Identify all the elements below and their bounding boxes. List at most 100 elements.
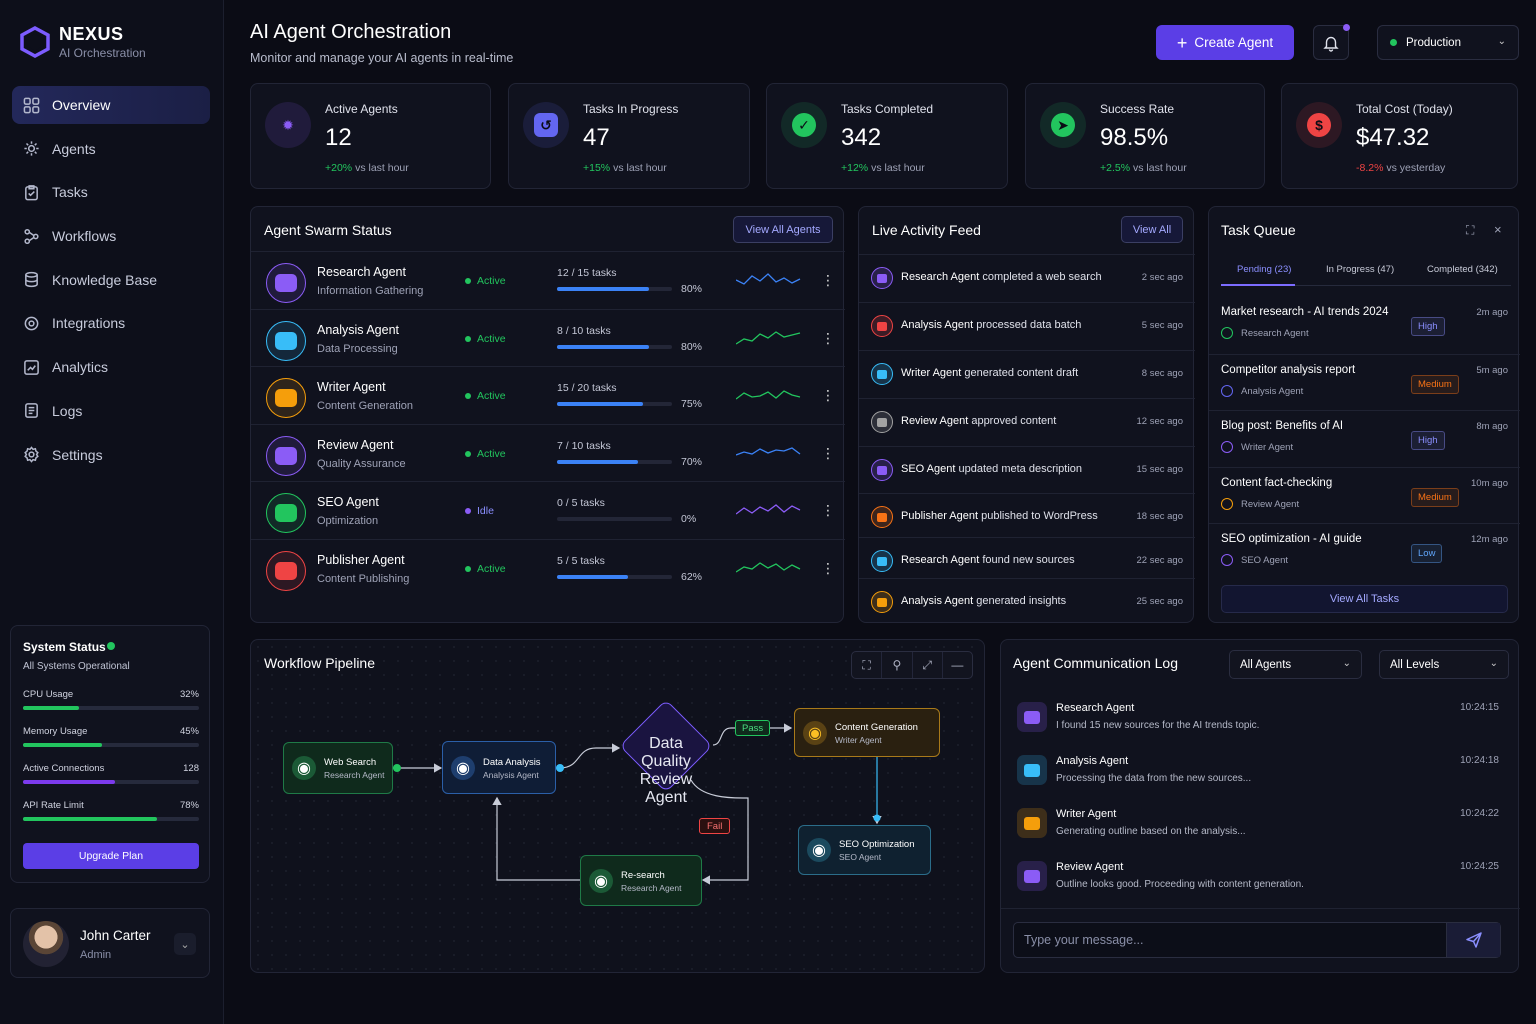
task-count: 15 / 20 tasks [557, 382, 617, 394]
agent-row[interactable]: Writer Agent Content Generation Active 15 /… [251, 366, 845, 423]
feed-item[interactable]: Analysis Agent generated insights 25 sec … [859, 578, 1195, 624]
agent-name: SEO Agent [317, 495, 379, 509]
sidebar-item-overview[interactable]: Overview [12, 86, 210, 124]
sidebar-item-label: Analytics [52, 359, 109, 376]
feed-action: generated content draft [964, 367, 1079, 379]
node-agent: Review Agent [639, 771, 693, 806]
meter-label: Active Connections [23, 763, 105, 774]
feed-agent: Research Agent [901, 271, 980, 283]
progress-percent: 80% [681, 283, 703, 295]
sidebar-item-analytics[interactable]: Analytics [12, 348, 210, 386]
user-card[interactable]: John Carter Admin ⌄ [10, 908, 210, 978]
trend-icon: ➤ [1040, 102, 1086, 148]
tab-in-progress[interactable]: In Progress (47) [1326, 264, 1394, 275]
feed-item[interactable]: Writer Agent generated content draft 8 se… [859, 350, 1195, 398]
tab-pending[interactable]: Pending (23) [1237, 264, 1291, 275]
more-options-icon[interactable]: ⋮ [821, 445, 835, 462]
send-button[interactable] [1446, 923, 1500, 957]
sidebar-item-label: Knowledge Base [52, 271, 158, 288]
agent-row[interactable]: Analysis Agent Data Processing Active 8 / 1… [251, 308, 845, 366]
panel-title: Task Queue [1221, 222, 1296, 238]
feed-item[interactable]: Analysis Agent processed data batch 5 sec… [859, 302, 1195, 350]
node-agent: Writer Agent [835, 734, 882, 745]
agent-icon [1221, 441, 1233, 453]
more-options-icon[interactable]: ⋮ [821, 502, 835, 519]
panel-title: Agent Communication Log [1013, 655, 1178, 671]
more-options-icon[interactable]: ⋮ [821, 330, 835, 347]
feed-item[interactable]: Publisher Agent published to WordPress 18… [859, 493, 1195, 537]
task-item[interactable]: Market research - AI trends 2024 Research… [1209, 297, 1520, 353]
create-agent-button[interactable]: + Create Agent [1156, 25, 1294, 60]
sidebar-item-tasks[interactable]: Tasks [12, 173, 210, 211]
close-icon[interactable]: × [1494, 222, 1502, 237]
view-all-tasks-button[interactable]: View All Tasks [1221, 585, 1508, 613]
select-value: All Levels [1390, 658, 1440, 671]
message-input[interactable] [1014, 923, 1448, 957]
feed-agent: Analysis Agent [901, 595, 974, 607]
activity-sparkline [736, 561, 801, 573]
agent-avatar-icon [871, 591, 893, 613]
level-filter-select[interactable]: All Levels ⌄ [1379, 650, 1509, 679]
node-web-search[interactable]: ◉ Web Search Research Agent [283, 742, 393, 794]
feed-item[interactable]: Review Agent approved content 12 sec ago [859, 398, 1195, 446]
sidebar-item-knowledge-base[interactable]: Knowledge Base [12, 261, 210, 299]
meter-track [23, 706, 199, 710]
agent-row[interactable]: Research Agent Information Gathering Activ… [251, 251, 845, 308]
status-text: Active [477, 447, 506, 460]
sidebar-item-workflows[interactable]: Workflows [12, 217, 210, 255]
stat-label: Tasks In Progress [583, 102, 679, 116]
expand-icon[interactable]: ⛶ [1466, 223, 1474, 238]
feed-agent: Publisher Agent [901, 510, 979, 522]
view-all-activity-button[interactable]: View All [1121, 216, 1183, 243]
meter-1: Memory Usage 45% [23, 726, 199, 747]
stat-change: -8.2% vs yesterday [1356, 162, 1445, 174]
sidebar-item-logs[interactable]: Logs [12, 392, 210, 430]
agent-row[interactable]: Publisher Agent Content Publishing Active 5… [251, 538, 845, 596]
node-re-search[interactable]: ◉ Re-search Research Agent [580, 855, 702, 906]
more-options-icon[interactable]: ⋮ [821, 560, 835, 577]
node-data-analysis[interactable]: ◉ Data Analysis Analysis Agent [442, 741, 556, 794]
task-time: 10m ago [1471, 477, 1508, 489]
meter-2: Active Connections 128 [23, 763, 199, 784]
agent-row[interactable]: Review Agent Quality Assurance Active 7 / 1… [251, 423, 845, 481]
task-item[interactable]: Competitor analysis report Analysis Agent… [1209, 353, 1520, 410]
sidebar-item-integrations[interactable]: Integrations [12, 304, 210, 342]
agent-description: Optimization [317, 515, 379, 527]
tab-completed[interactable]: Completed (342) [1427, 264, 1498, 275]
more-options-icon[interactable]: ⋮ [821, 272, 835, 289]
notifications-button[interactable] [1313, 24, 1350, 60]
task-item[interactable]: SEO optimization - AI guide SEO Agent Low 1… [1209, 523, 1520, 579]
priority-badge: Low [1411, 544, 1443, 563]
status-badge: Idle [465, 505, 494, 517]
chevron-down-icon: ⌄ [1342, 658, 1351, 669]
status-badge: Active [465, 448, 506, 460]
more-options-icon[interactable]: ⋮ [821, 387, 835, 404]
meter-track [23, 780, 199, 784]
feed-item[interactable]: Research Agent found new sources 22 sec a… [859, 537, 1195, 578]
sidebar-item-settings[interactable]: Settings [12, 436, 210, 474]
feed-item[interactable]: Research Agent completed a web search 2 s… [859, 254, 1195, 302]
sidebar-item-agents[interactable]: Agents [12, 130, 210, 168]
agent-filter-select[interactable]: All Agents ⌄ [1229, 650, 1362, 679]
task-item[interactable]: Content fact-checking Review Agent Medium 1… [1209, 466, 1520, 523]
environment-select[interactable]: Production ⌄ [1377, 25, 1519, 60]
agent-avatar-icon [871, 315, 893, 337]
robot-icon: ◉ [292, 756, 316, 780]
agent-avatar-icon [1017, 861, 1047, 891]
agent-icon [1221, 327, 1233, 339]
activity-sparkline [736, 390, 801, 400]
chevron-down-icon[interactable]: ⌄ [174, 933, 196, 955]
message-time: 10:24:25 [1460, 861, 1499, 872]
message-text: Generating outline based on the analysis… [1056, 826, 1246, 837]
agent-row[interactable]: SEO Agent Optimization Idle 0 / 5 tasks 0% ⋮ [251, 481, 845, 538]
view-all-agents-button[interactable]: View All Agents [733, 216, 833, 243]
agent-name: Research Agent [317, 265, 406, 279]
live-activity-feed: Live Activity Feed View All Research Age… [858, 206, 1195, 624]
task-item[interactable]: Blog post: Benefits of AI Writer Agent Hig… [1209, 410, 1520, 466]
upgrade-plan-button[interactable]: Upgrade Plan [23, 843, 199, 869]
node-seo-optimization[interactable]: ◉ SEO Optimization SEO Agent [798, 825, 931, 875]
task-title: Market research - AI trends 2024 [1221, 306, 1389, 318]
brand-name: NEXUS [59, 24, 124, 44]
node-content-generation[interactable]: ◉ Content Generation Writer Agent [794, 708, 940, 757]
feed-item[interactable]: SEO Agent updated meta description 15 sec… [859, 446, 1195, 493]
